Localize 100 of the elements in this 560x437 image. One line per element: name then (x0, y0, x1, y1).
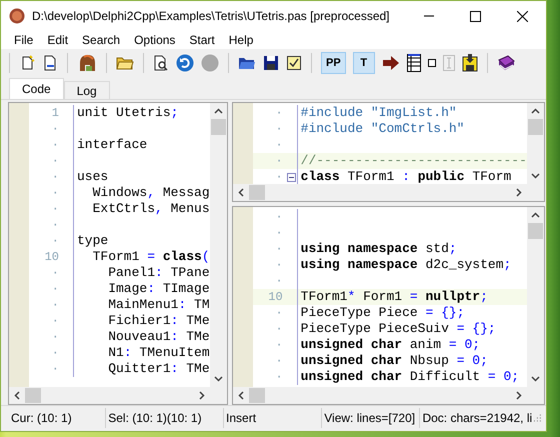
toggle-button[interactable]: PP (321, 52, 346, 74)
code-line: PieceType Piece = {}; (300, 305, 464, 321)
folder-icon[interactable] (116, 55, 134, 71)
code-line: PieceType PieceSuiv = {}; (300, 321, 496, 337)
code-line: type (77, 233, 108, 249)
close-icon[interactable] (517, 10, 528, 22)
menu-item[interactable]: Start (182, 33, 222, 47)
small-square-icon[interactable] (428, 59, 436, 67)
scroll-up-icon[interactable] (214, 108, 223, 114)
line-number: · (50, 329, 60, 345)
window-title: D:\develop\Delphi2Cpp\Examples\Tetris\UTetris.pas [preprocessed] (32, 9, 390, 23)
status-text: Insert (224, 408, 322, 428)
code-line: N1: TMenuItem (107, 345, 210, 361)
code-line: TForm1* Form1 = nullptr; (300, 289, 488, 305)
menu-item[interactable]: Edit (40, 33, 76, 47)
fold-collapse-icon[interactable] (286, 172, 296, 182)
horizontal-scrollbar[interactable] (232, 387, 544, 404)
scroll-thumb[interactable] (210, 119, 226, 135)
menu-item[interactable]: Help (222, 33, 260, 47)
folder-icon[interactable] (238, 55, 256, 71)
line-number: · (274, 337, 284, 353)
scroll-down-icon[interactable] (530, 173, 540, 179)
code-line: unsigned char Nbsup = 0; (300, 353, 488, 369)
status-text: Sel: (10: 1)(10: 1) (106, 408, 224, 428)
toggle-button[interactable]: T (352, 52, 375, 74)
list-icon[interactable] (406, 54, 421, 72)
code-line: Quitter1: TMe (107, 361, 210, 377)
scroll-right-icon[interactable] (198, 391, 205, 400)
vertical-scrollbar[interactable] (526, 103, 544, 184)
line-number: · (50, 297, 60, 313)
code-line: interface (77, 137, 148, 153)
code-line: using namespace d2c_system; (300, 257, 512, 273)
code-line: Image: TImage (107, 281, 210, 297)
horizontal-scrollbar[interactable] (232, 184, 544, 201)
helmet-icon[interactable] (77, 54, 97, 72)
line-number: · (274, 241, 284, 257)
scroll-left-icon[interactable] (14, 391, 20, 400)
line-number: · (50, 185, 60, 201)
resize-grip-icon[interactable] (532, 413, 542, 423)
line-number: · (50, 313, 60, 329)
code-line: unsigned char Difficult = 0; (300, 369, 520, 385)
menu-item[interactable]: Options (127, 33, 182, 47)
line-number: · (50, 153, 60, 169)
scroll-up-icon[interactable] (530, 108, 540, 114)
scroll-down-icon[interactable] (214, 376, 223, 382)
floppy-icon[interactable] (462, 54, 478, 72)
menu-item[interactable]: Search (75, 33, 128, 47)
code-line: unit Utetris; (77, 105, 178, 121)
scroll-thumb[interactable] (528, 223, 543, 239)
app-icon (9, 8, 25, 24)
code-line: unsigned char anim = 0; (300, 337, 480, 353)
code-line: //--------------------------- (300, 153, 527, 169)
scroll-right-icon[interactable] (516, 188, 522, 197)
scroll-down-icon[interactable] (530, 376, 540, 382)
line-number: · (274, 305, 284, 321)
line-number: · (50, 265, 60, 281)
document-icon[interactable] (42, 55, 58, 71)
line-number: · (50, 137, 60, 153)
scroll-thumb[interactable] (25, 388, 41, 403)
book-icon[interactable] (496, 55, 515, 71)
code-line: Nouveau1: TMe (107, 329, 210, 345)
line-number: 10 (44, 249, 60, 265)
scroll-left-icon[interactable] (238, 188, 244, 197)
horizontal-scrollbar[interactable] (9, 387, 227, 404)
document-search-icon[interactable] (153, 55, 169, 71)
scroll-thumb[interactable] (528, 119, 543, 135)
scroll-thumb[interactable] (248, 185, 265, 200)
code-line: class TForm1 : public TForm (300, 169, 512, 184)
tab[interactable]: Code (9, 78, 64, 99)
maximize-icon[interactable] (470, 10, 481, 22)
code-line: MainMenu1: TM (107, 297, 210, 313)
scroll-left-icon[interactable] (238, 391, 244, 400)
line-number: · (50, 361, 60, 377)
line-number: · (274, 353, 284, 369)
save-icon[interactable] (263, 55, 279, 71)
undo-icon[interactable] (176, 54, 194, 72)
vertical-scrollbar[interactable] (210, 103, 227, 387)
status-text: Cur: (10: 1) (9, 408, 106, 428)
line-number: · (274, 105, 284, 121)
line-number: · (50, 201, 60, 217)
scroll-thumb[interactable] (248, 388, 265, 403)
line-number: · (274, 273, 284, 289)
checklist-icon[interactable] (286, 55, 302, 71)
line-number: · (274, 153, 284, 169)
arrow-right-icon[interactable] (382, 55, 400, 71)
code-line: Windows, Messag (92, 185, 210, 201)
code-line: Panel1: TPane (107, 265, 210, 281)
menu-item[interactable]: File (7, 33, 40, 47)
code-line: ExtCtrls, Menus (92, 201, 210, 217)
scroll-up-icon[interactable] (530, 212, 540, 218)
code-line: Fichier1: TMe (107, 313, 210, 329)
tab[interactable]: Log (64, 81, 110, 99)
line-number: · (274, 321, 284, 337)
scroll-right-icon[interactable] (516, 391, 522, 400)
code-line: #include "ComCtrls.h" (300, 121, 464, 137)
line-number: · (50, 169, 60, 185)
line-number: · (50, 121, 60, 137)
vertical-scrollbar[interactable] (526, 207, 544, 387)
line-number: · (274, 169, 284, 184)
line-number: · (50, 281, 60, 297)
